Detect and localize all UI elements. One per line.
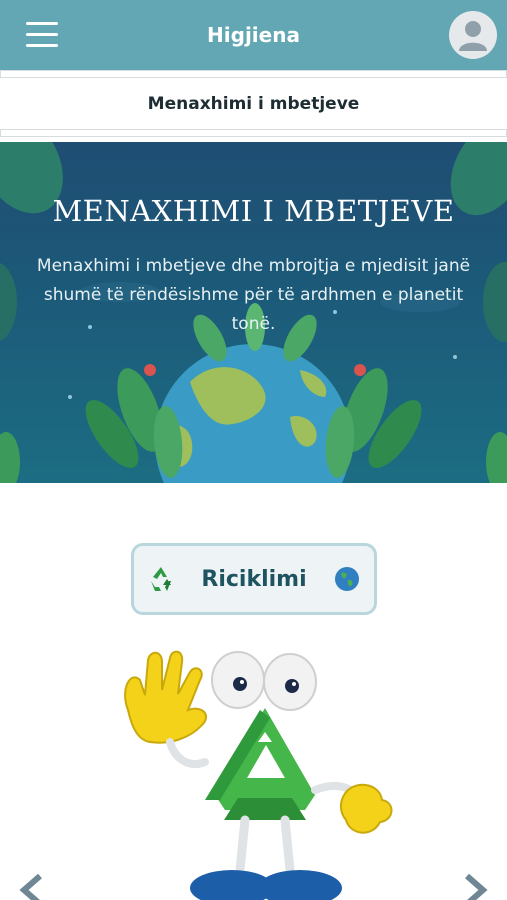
hamburger-menu-icon[interactable] xyxy=(26,22,58,48)
app-title: Higjiena xyxy=(207,23,300,47)
hero-title: MENAXHIMI I MBETJEVE xyxy=(52,194,455,228)
recycle-mascot-illustration xyxy=(124,650,393,900)
hero-banner: MENAXHIMI I MBETJEVE Menaxhimi i mbetjev… xyxy=(0,142,507,483)
chevron-right-icon[interactable] xyxy=(457,872,493,900)
globe-icon xyxy=(333,565,361,593)
chevron-left-icon[interactable] xyxy=(14,872,50,900)
user-avatar-icon[interactable] xyxy=(449,11,497,59)
hero-description: Menaxhimi i mbetjeve dhe mbrojtja e mjed… xyxy=(36,256,471,334)
divider xyxy=(0,70,507,78)
recycle-icon xyxy=(147,565,175,593)
page-subtitle-bar: Menaxhimi i mbetjeve xyxy=(0,70,507,142)
page-subtitle: Menaxhimi i mbetjeve xyxy=(147,94,360,114)
app-bar: Higjiena xyxy=(0,0,507,70)
recycling-topic-button[interactable]: Riciklimi xyxy=(131,543,377,615)
recycling-topic-label: Riciklimi xyxy=(201,566,307,592)
divider xyxy=(0,129,507,137)
